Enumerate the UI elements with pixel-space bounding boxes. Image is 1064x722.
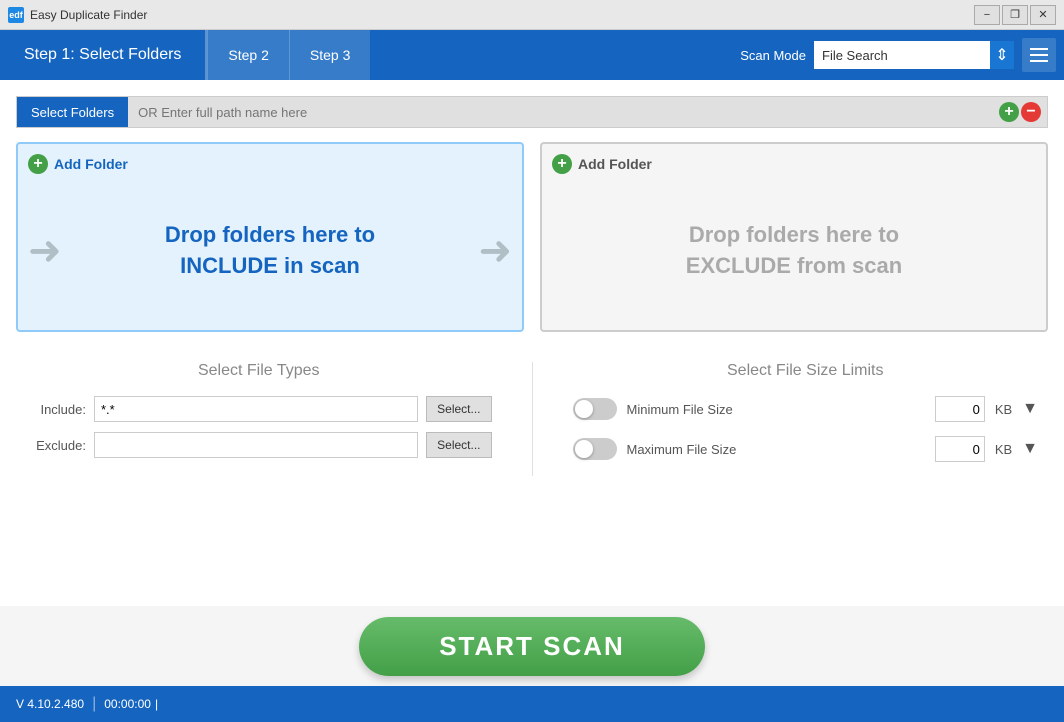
include-label: Include:: [26, 402, 86, 417]
exclude-drop-content: Drop folders here to EXCLUDE from scan: [552, 182, 1036, 320]
include-row: Include: Select...: [26, 396, 492, 422]
exclude-row: Exclude: Select...: [26, 432, 492, 458]
scan-mode-label: Scan Mode: [740, 48, 806, 63]
header-right: Scan Mode File Search Music Search Image…: [740, 38, 1064, 72]
scan-mode-select[interactable]: File Search Music Search Image Search Do…: [814, 41, 1014, 69]
include-drop-zone[interactable]: + Add Folder ➜ Drop folders here to INCL…: [16, 142, 524, 332]
select-folders-button[interactable]: Select Folders: [17, 97, 128, 127]
exclude-drop-zone[interactable]: + Add Folder Drop folders here to EXCLUD…: [540, 142, 1048, 332]
min-size-unit: KB: [995, 402, 1012, 417]
app-title: Easy Duplicate Finder: [30, 8, 147, 22]
min-size-dropdown-button[interactable]: ▼: [1022, 400, 1038, 418]
exclude-add-icon: +: [552, 154, 572, 174]
title-bar: edf Easy Duplicate Finder − ❐ ✕: [0, 0, 1064, 30]
title-bar-left: edf Easy Duplicate Finder: [8, 7, 147, 23]
scan-button-area: START SCAN: [0, 606, 1064, 686]
include-input[interactable]: [94, 396, 418, 422]
exclude-drop-text: Drop folders here to EXCLUDE from scan: [686, 220, 902, 282]
max-size-unit: KB: [995, 442, 1012, 457]
path-remove-icon[interactable]: −: [1021, 102, 1041, 122]
exclude-label: Exclude:: [26, 438, 86, 453]
file-size-section: Select File Size Limits Minimum File Siz…: [532, 362, 1039, 476]
arrow-right-icon: ➜: [478, 228, 512, 274]
path-add-icon[interactable]: +: [999, 102, 1019, 122]
main-content: Select Folders + − + Add Folder ➜ Drop f…: [0, 80, 1064, 686]
start-scan-button[interactable]: START SCAN: [359, 617, 705, 676]
exclude-add-folder-button[interactable]: + Add Folder: [552, 154, 1036, 174]
step3-tab[interactable]: Step 3: [289, 30, 370, 80]
exclude-select-button[interactable]: Select...: [426, 432, 491, 458]
step1-tab[interactable]: Step 1: Select Folders: [0, 30, 207, 80]
path-bar: Select Folders + −: [16, 96, 1048, 128]
file-types-section: Select File Types Include: Select... Exc…: [26, 362, 532, 476]
min-size-label: Minimum File Size: [627, 402, 925, 417]
app-icon: edf: [8, 7, 24, 23]
max-size-row: Maximum File Size KB ▼: [573, 436, 1039, 462]
steps-area: Step 1: Select Folders Step 2 Step 3: [0, 30, 370, 80]
hamburger-menu-button[interactable]: [1022, 38, 1056, 72]
file-size-title: Select File Size Limits: [573, 362, 1039, 380]
min-size-toggle[interactable]: [573, 398, 617, 420]
footer-separator: |: [92, 695, 96, 713]
include-drop-content: ➜ Drop folders here to INCLUDE in scan ➜: [28, 182, 512, 320]
arrow-left-icon: ➜: [28, 228, 62, 274]
file-types-title: Select File Types: [26, 362, 492, 380]
footer: V 4.10.2.480 | 00:00:00 |: [0, 686, 1064, 722]
timer-text: 00:00:00: [104, 697, 151, 711]
close-button[interactable]: ✕: [1030, 5, 1056, 25]
include-add-icon: +: [28, 154, 48, 174]
exclude-input[interactable]: [94, 432, 418, 458]
min-size-input[interactable]: [935, 396, 985, 422]
include-add-folder-button[interactable]: + Add Folder: [28, 154, 512, 174]
drop-zones: + Add Folder ➜ Drop folders here to INCL…: [16, 142, 1048, 332]
restore-button[interactable]: ❐: [1002, 5, 1028, 25]
max-size-input[interactable]: [935, 436, 985, 462]
bottom-section: Select File Types Include: Select... Exc…: [16, 362, 1048, 476]
min-size-row: Minimum File Size KB ▼: [573, 396, 1039, 422]
path-input[interactable]: [128, 97, 999, 127]
scan-mode-wrapper: File Search Music Search Image Search Do…: [814, 41, 1014, 69]
header: Step 1: Select Folders Step 2 Step 3 Sca…: [0, 30, 1064, 80]
max-size-label: Maximum File Size: [627, 442, 925, 457]
hamburger-line1: [1030, 48, 1048, 50]
version-text: V 4.10.2.480: [16, 697, 84, 711]
hamburger-line3: [1030, 60, 1048, 62]
footer-cursor: |: [155, 697, 158, 711]
path-bar-icons: + −: [999, 102, 1047, 122]
include-drop-text: Drop folders here to INCLUDE in scan: [165, 220, 375, 282]
max-size-dropdown-button[interactable]: ▼: [1022, 440, 1038, 458]
include-select-button[interactable]: Select...: [426, 396, 491, 422]
max-size-toggle[interactable]: [573, 438, 617, 460]
hamburger-line2: [1030, 54, 1048, 56]
title-bar-controls: − ❐ ✕: [974, 5, 1056, 25]
minimize-button[interactable]: −: [974, 5, 1000, 25]
step2-tab[interactable]: Step 2: [207, 30, 288, 80]
